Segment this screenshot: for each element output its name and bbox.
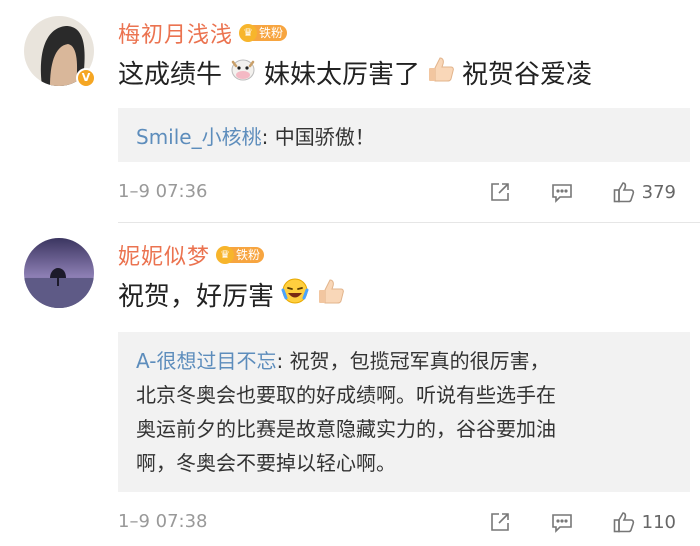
reply-username[interactable]: A-很想过目不忘 — [136, 349, 276, 373]
thumbs-up-emoji-icon — [316, 276, 346, 313]
fan-badge: ♛ 铁粉 — [216, 244, 265, 266]
like-icon[interactable] — [612, 180, 636, 204]
comment-username[interactable]: 妮妮似梦 — [118, 239, 210, 271]
crying-laughing-emoji-icon — [280, 276, 310, 313]
share-icon[interactable] — [488, 180, 512, 204]
thumbs-up-emoji-icon — [426, 54, 456, 91]
reply-username[interactable]: Smile_小核桃 — [136, 125, 262, 149]
comment-item: V 梅初月浅浅 ♛ 铁粉 这成绩牛 妹妹太厉害了 祝贺谷爱凌 Smile_小核桃… — [0, 0, 700, 220]
like-count: 379 — [641, 181, 676, 203]
avatar[interactable] — [24, 238, 94, 308]
reply-text: 北京冬奥会也要取的好成绩啊。听说有些选手在 — [136, 383, 556, 407]
cow-face-emoji-icon — [228, 54, 258, 91]
reply-text: 奥运前夕的比赛是故意隐藏实力的，谷谷要加油 — [136, 417, 556, 441]
verified-badge-icon: V — [76, 68, 96, 88]
comment-time: 1–9 07:36 — [118, 181, 208, 202]
comment-text: 这成绩牛 妹妹太厉害了 祝贺谷爱凌 — [118, 54, 592, 91]
reply-box[interactable]: Smile_小核桃: 中国骄傲！ — [118, 108, 690, 162]
reply-text: : 祝贺，包揽冠军真的很厉害， — [276, 349, 550, 373]
reply-text: : 中国骄傲！ — [261, 125, 375, 149]
comment-icon[interactable] — [550, 180, 574, 204]
comment-item: 妮妮似梦 ♛ 铁粉 祝贺，好厉害 A-很想过目不忘: 祝贺，包揽冠军真的很厉害，… — [0, 222, 700, 546]
like-count: 110 — [641, 511, 676, 533]
reply-text: 啊，冬奥会不要掉以轻心啊。 — [136, 451, 396, 475]
comment-icon[interactable] — [550, 510, 574, 534]
reply-box[interactable]: A-很想过目不忘: 祝贺，包揽冠军真的很厉害， 北京冬奥会也要取的好成绩啊。听说… — [118, 332, 690, 492]
crown-icon: ♛ — [239, 24, 258, 42]
comment-text: 祝贺，好厉害 — [118, 276, 352, 313]
share-icon[interactable] — [488, 510, 512, 534]
crown-icon: ♛ — [216, 246, 235, 264]
fan-badge: ♛ 铁粉 — [239, 22, 288, 44]
comment-username[interactable]: 梅初月浅浅 — [118, 17, 233, 49]
comment-time: 1–9 07:38 — [118, 511, 208, 532]
like-icon[interactable] — [612, 510, 636, 534]
